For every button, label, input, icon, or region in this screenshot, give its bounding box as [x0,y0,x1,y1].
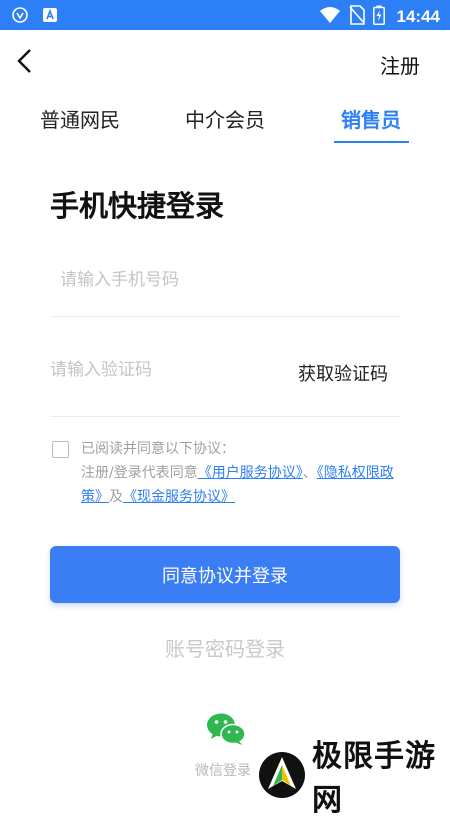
agree-and-login-button[interactable]: 同意协议并登录 [50,546,400,603]
no-sim-icon [348,5,365,29]
watermark-logo-icon [258,751,306,799]
user-service-agreement-link[interactable]: 《用户服务协议》 [198,465,303,481]
agreement-separator: 、 [302,465,317,481]
tab-salesperson[interactable]: 销售员 [341,104,401,133]
code-divider [50,416,400,417]
password-login-link[interactable]: 账号密码登录 [0,633,450,662]
wifi-icon [319,6,341,28]
agreement-prefix: 注册/登录代表同意 [81,465,198,481]
chevron-left-icon[interactable] [14,48,38,74]
active-tab-indicator [334,141,409,143]
clock: 14:44 [396,7,440,26]
cash-service-agreement-link[interactable]: 《现金服务协议》 [123,489,235,505]
wechat-icon[interactable] [206,712,246,746]
agreement-text: 已阅读并同意以下协议： 注册/登录代表同意《用户服务协议》、《隐私权限政策》及《… [81,437,411,509]
agreement-intro: 已阅读并同意以下协议： [81,441,235,457]
code-input[interactable] [50,360,290,380]
wechat-login-label[interactable]: 微信登录 [195,760,251,780]
nav-bar: 注册 [0,30,450,92]
shield-icon [12,7,28,23]
register-link[interactable]: 注册 [380,50,420,79]
page-title: 手机快捷登录 [50,189,225,223]
get-code-button[interactable]: 获取验证码 [298,360,388,386]
phone-input[interactable] [60,270,300,290]
user-type-tabs: 普通网民 中介会员 销售员 [0,104,450,144]
phone-field [50,270,400,290]
phone-divider [50,316,400,317]
code-field: 获取验证码 [50,360,400,385]
a-icon [42,7,58,23]
agreement-and: 及 [109,489,123,505]
watermark: 极限手游网 [258,739,450,818]
status-bar: 14:44 [0,0,450,30]
battery-charging-icon [372,5,385,29]
agreement-checkbox[interactable] [52,441,69,458]
tab-agent-member[interactable]: 中介会员 [185,104,265,133]
watermark-text: 极限手游网 [312,739,436,818]
tab-ordinary-user[interactable]: 普通网民 [40,104,120,133]
